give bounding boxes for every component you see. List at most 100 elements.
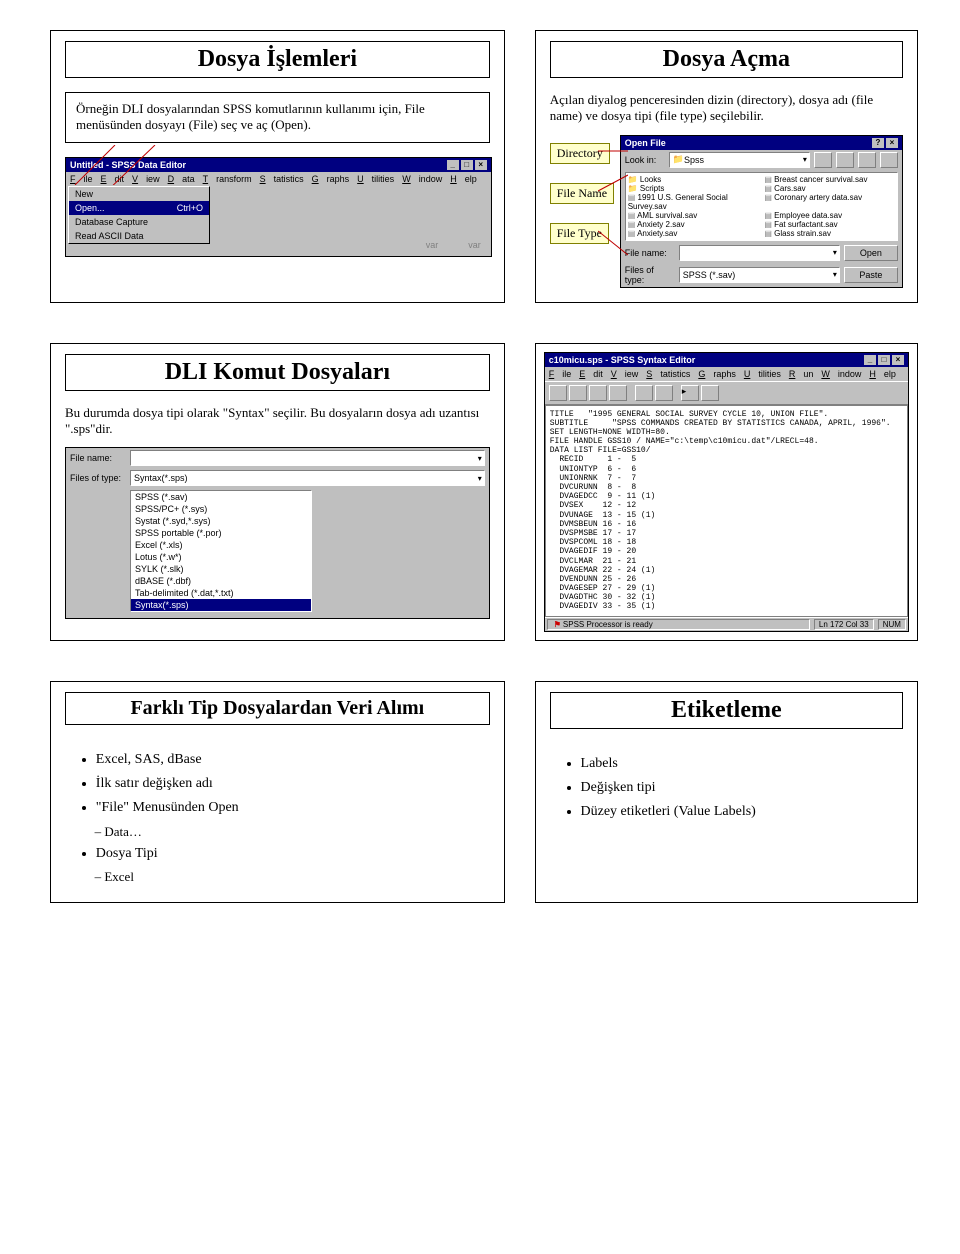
- window-title: Untitled - SPSS Data Editor: [70, 160, 186, 170]
- open-file-dialog: Open File ?× Look in: 📁 Spss Looks Breas…: [620, 135, 903, 288]
- minimize-icon: _: [447, 160, 459, 170]
- column-header: var: [468, 240, 481, 250]
- slide1-title: Dosya İşlemleri: [65, 41, 490, 78]
- bullet-item: Excel, SAS, dBase: [96, 749, 488, 771]
- list-item[interactable]: Scripts: [628, 184, 759, 193]
- toolbar-icon[interactable]: [609, 385, 627, 401]
- details-view-icon[interactable]: [880, 152, 898, 168]
- list-item[interactable]: SPSS portable (*.por): [131, 527, 311, 539]
- list-view-icon[interactable]: [858, 152, 876, 168]
- list-item[interactable]: Coronary artery data.sav: [764, 193, 895, 211]
- bullet-item: Dosya Tipi: [96, 843, 488, 865]
- annotation-labels: Directory File Name File Type: [550, 135, 616, 255]
- open-button[interactable]: Open: [844, 245, 898, 261]
- list-item[interactable]: Anxiety 2.sav: [628, 220, 759, 229]
- filename-input[interactable]: [130, 450, 485, 466]
- maximize-icon: □: [461, 160, 473, 170]
- list-item[interactable]: SYLK (*.slk): [131, 563, 311, 575]
- label-directory: Directory: [550, 143, 610, 164]
- menubar: FileEditViewStatisticsGraphsUtilitiesRun…: [545, 367, 908, 381]
- list-item[interactable]: Breast cancer survival.sav: [764, 175, 895, 184]
- bullet-item: "File" Menusünden Open: [96, 797, 488, 819]
- dialog-titlebar: Open File ?×: [621, 136, 902, 150]
- list-item[interactable]: Systat (*.syd,*.sys): [131, 515, 311, 527]
- close-icon: ×: [475, 160, 487, 170]
- slide5-bullets: Excel, SAS, dBase İlk satır değişken adı…: [51, 739, 504, 902]
- slide-dosya-islemleri: Dosya İşlemleri Örneğin DLI dosyalarında…: [50, 30, 505, 303]
- slide-dli-komut-dosyalari: DLI Komut Dosyaları Bu durumda dosya tip…: [50, 343, 505, 641]
- menu-item-open[interactable]: Open...Ctrl+O: [69, 201, 209, 215]
- slide5-title: Farklı Tip Dosyalardan Veri Alımı: [65, 692, 490, 725]
- close-icon: ×: [886, 138, 898, 148]
- window-titlebar: Untitled - SPSS Data Editor _ □ ×: [66, 158, 491, 172]
- filename-label: File name:: [625, 248, 675, 258]
- file-listbox[interactable]: Looks Breast cancer survival.sav Scripts…: [625, 172, 898, 241]
- status-numlock: NUM: [878, 619, 906, 630]
- list-item[interactable]: Glass strain.sav: [764, 229, 895, 238]
- slide6-bullets: Labels Değişken tipi Düzey etiketleri (V…: [536, 743, 917, 840]
- label-filetype: File Type: [550, 223, 609, 244]
- maximize-icon: □: [878, 355, 890, 365]
- list-item[interactable]: AML survival.sav: [628, 211, 759, 220]
- slide3-title: DLI Komut Dosyaları: [65, 354, 490, 391]
- paste-button[interactable]: Paste: [844, 267, 898, 283]
- list-item[interactable]: Cars.sav: [764, 184, 895, 193]
- sub-bullet: – Excel: [95, 867, 488, 888]
- bullet-item: Labels: [581, 753, 901, 775]
- bullet-item: Değişken tipi: [581, 777, 901, 799]
- window-title: c10micu.sps - SPSS Syntax Editor: [549, 355, 696, 365]
- bullet-item: İlk satır değişken adı: [96, 773, 488, 795]
- list-item[interactable]: Fat surfactant.sav: [764, 220, 895, 229]
- menu-item-read-ascii[interactable]: Read ASCII Data: [69, 229, 209, 243]
- minimize-icon: _: [864, 355, 876, 365]
- filesoftype-dropdown[interactable]: SPSS (*.sav): [679, 267, 840, 283]
- filesoftype-dropdown[interactable]: Syntax(*.sps): [130, 470, 485, 486]
- syntax-text-area[interactable]: TITLE "1995 GENERAL SOCIAL SURVEY CYCLE …: [545, 405, 908, 617]
- menu-item-database-capture[interactable]: Database Capture: [69, 215, 209, 229]
- column-header: var: [426, 240, 439, 250]
- spss-data-editor-screenshot: Untitled - SPSS Data Editor _ □ × FileEd…: [65, 157, 492, 257]
- filesoftype-label: Files of type:: [625, 265, 675, 285]
- close-icon: ×: [892, 355, 904, 365]
- list-item-selected[interactable]: Syntax(*.sps): [131, 599, 311, 611]
- file-type-listbox[interactable]: SPSS (*.sav) SPSS/PC+ (*.sys) Systat (*.…: [130, 490, 312, 612]
- flag-icon: ⚑: [554, 620, 561, 629]
- toolbar-icon[interactable]: [701, 385, 719, 401]
- toolbar: ▸: [545, 381, 908, 405]
- slide1-body: Örneğin DLI dosyalarından SPSS komutları…: [65, 92, 490, 143]
- toolbar-icon[interactable]: [635, 385, 653, 401]
- new-folder-icon[interactable]: [836, 152, 854, 168]
- slide-syntax-editor: c10micu.sps - SPSS Syntax Editor _□× Fil…: [535, 343, 918, 641]
- lookin-dropdown[interactable]: 📁 Spss: [669, 152, 810, 168]
- list-item[interactable]: SPSS (*.sav): [131, 491, 311, 503]
- list-item[interactable]: Employee data.sav: [764, 211, 895, 220]
- list-item[interactable]: 1991 U.S. General Social Survey.sav: [628, 193, 759, 211]
- list-item[interactable]: Tab-delimited (*.dat,*.txt): [131, 587, 311, 599]
- toolbar-icon[interactable]: [589, 385, 607, 401]
- toolbar-icon[interactable]: [549, 385, 567, 401]
- list-item[interactable]: Looks: [628, 175, 759, 184]
- window-titlebar: c10micu.sps - SPSS Syntax Editor _□×: [545, 353, 908, 367]
- filename-input[interactable]: [679, 245, 840, 261]
- syntax-editor-screenshot: c10micu.sps - SPSS Syntax Editor _□× Fil…: [544, 352, 909, 632]
- filesoftype-label: Files of type:: [70, 473, 126, 483]
- menubar: FileEditViewDataTransformStatisticsGraph…: [66, 172, 491, 186]
- slide3-body: Bu durumda dosya tipi olarak "Syntax" se…: [65, 405, 490, 438]
- up-folder-icon[interactable]: [814, 152, 832, 168]
- slide2-title: Dosya Açma: [550, 41, 903, 78]
- slide-dosya-acma: Dosya Açma Açılan diyalog penceresinden …: [535, 30, 918, 303]
- menu-item-new[interactable]: New: [69, 187, 209, 201]
- toolbar-icon[interactable]: [569, 385, 587, 401]
- status-processor: SPSS Processor is ready: [563, 620, 653, 629]
- list-item[interactable]: dBASE (*.dbf): [131, 575, 311, 587]
- toolbar-run-icon[interactable]: ▸: [681, 385, 699, 401]
- file-type-dialog: File name: Files of type: Syntax(*.sps) …: [65, 447, 490, 619]
- list-item[interactable]: SPSS/PC+ (*.sys): [131, 503, 311, 515]
- list-item[interactable]: Anxiety.sav: [628, 229, 759, 238]
- list-item[interactable]: Lotus (*.w*): [131, 551, 311, 563]
- slide6-title: Etiketleme: [550, 692, 903, 729]
- slide2-body: Açılan diyalog penceresinden dizin (dire…: [550, 92, 903, 125]
- toolbar-icon[interactable]: [655, 385, 673, 401]
- list-item[interactable]: Excel (*.xls): [131, 539, 311, 551]
- file-menu-dropdown: New Open...Ctrl+O Database Capture Read …: [68, 186, 210, 244]
